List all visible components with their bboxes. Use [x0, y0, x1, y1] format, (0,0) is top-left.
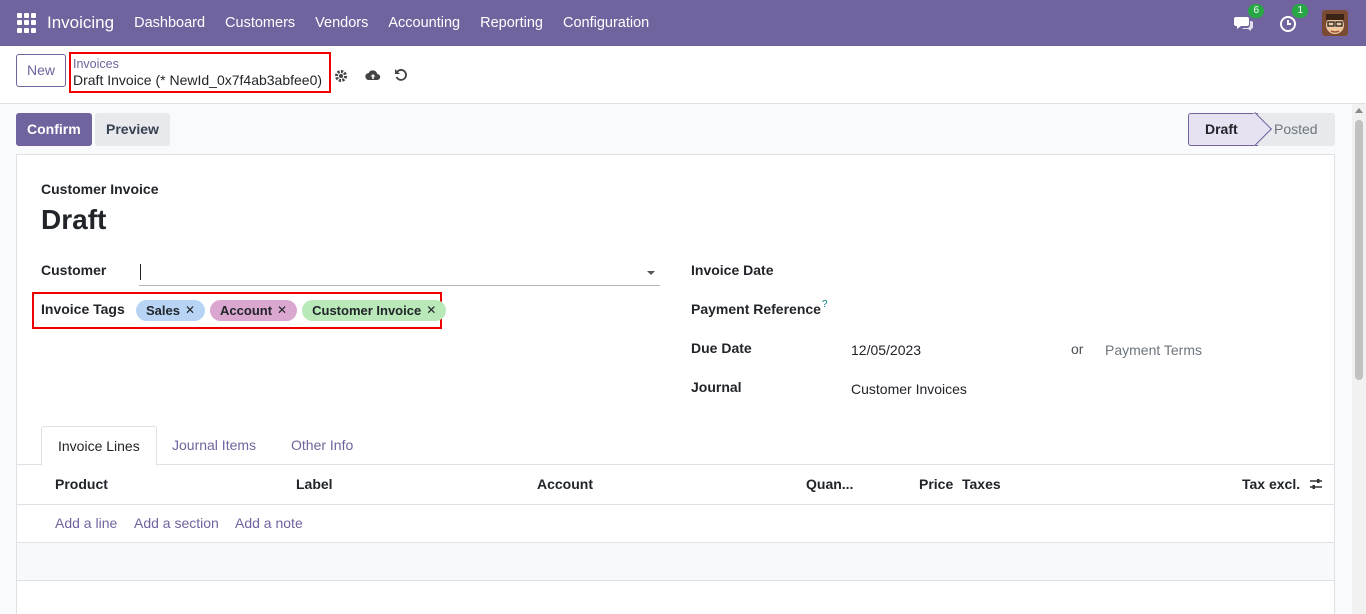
apps-menu-icon[interactable] — [17, 13, 37, 33]
add-note-link[interactable]: Add a note — [235, 515, 303, 531]
confirm-button[interactable]: Confirm — [16, 113, 92, 146]
column-label[interactable]: Label — [296, 476, 333, 492]
document-type-label: Customer Invoice — [41, 181, 159, 197]
chevron-down-icon[interactable] — [647, 271, 655, 275]
preview-button[interactable]: Preview — [95, 113, 170, 146]
tag-sales[interactable]: Sales ✕ — [136, 300, 206, 321]
new-button[interactable]: New — [16, 54, 67, 87]
invoice-lines-header: Product Label Account Quan... Price Taxe… — [17, 465, 1334, 505]
text-caret — [140, 264, 141, 280]
menu-dashboard[interactable]: Dashboard — [124, 15, 215, 31]
column-account[interactable]: Account — [537, 476, 593, 492]
remove-tag-icon[interactable]: ✕ — [426, 300, 436, 321]
column-price[interactable]: Price — [919, 476, 953, 492]
tag-label: Customer Invoice — [312, 303, 422, 318]
menu-accounting[interactable]: Accounting — [378, 15, 470, 31]
remove-tag-icon[interactable]: ✕ — [185, 300, 195, 321]
menu-customers[interactable]: Customers — [215, 15, 305, 31]
tag-account[interactable]: Account ✕ — [210, 300, 298, 321]
empty-table-row — [17, 543, 1334, 581]
app-name[interactable]: Invoicing — [47, 13, 114, 33]
payment-reference-label: Payment Reference — [691, 301, 821, 317]
activities-clock-icon[interactable]: 1 — [1278, 4, 1308, 33]
messages-icon[interactable]: 6 — [1234, 4, 1264, 33]
scrollbar-thumb[interactable] — [1355, 120, 1363, 380]
help-tooltip-icon[interactable]: ? — [822, 299, 828, 310]
menu-reporting[interactable]: Reporting — [470, 15, 553, 31]
notebook-tabs: Invoice Lines Journal Items Other Info — [17, 426, 1334, 466]
column-quantity[interactable]: Quan... — [806, 476, 853, 492]
invoice-tags-field[interactable]: Sales ✕ Account ✕ Customer Invoice ✕ — [136, 300, 451, 321]
page-scrollbar[interactable] — [1352, 104, 1366, 614]
column-taxes[interactable]: Taxes — [962, 476, 1001, 492]
customer-input[interactable] — [139, 262, 660, 286]
tab-invoice-lines[interactable]: Invoice Lines — [41, 426, 157, 466]
messages-count-badge: 6 — [1248, 4, 1264, 18]
tag-label: Sales — [146, 303, 180, 318]
discard-undo-icon[interactable] — [394, 68, 408, 85]
breadcrumb-invoices-link[interactable]: Invoices — [73, 57, 119, 71]
due-date-label: Due Date — [691, 340, 752, 356]
gear-icon[interactable] — [334, 69, 348, 86]
due-date-input[interactable]: 12/05/2023 — [851, 342, 921, 358]
tab-journal-items[interactable]: Journal Items — [156, 426, 272, 465]
add-line-row: Add a line Add a section Add a note — [17, 505, 1334, 543]
column-tax-excl[interactable]: Tax excl. — [1242, 476, 1300, 492]
status-draft[interactable]: Draft — [1188, 113, 1258, 146]
breadcrumb-current-record: Draft Invoice (* NewId_0x7f4ab3abfee0) — [73, 72, 323, 88]
customer-label: Customer — [41, 262, 107, 278]
optional-columns-icon[interactable] — [1309, 477, 1323, 494]
tag-customer-invoice[interactable]: Customer Invoice ✕ — [302, 300, 447, 321]
menu-configuration[interactable]: Configuration — [553, 15, 659, 31]
tab-other-info[interactable]: Other Info — [275, 426, 369, 465]
control-panel: New Invoices Draft Invoice (* NewId_0x7f… — [0, 46, 1366, 104]
tag-label: Account — [220, 303, 273, 318]
scroll-up-arrow-icon[interactable] — [1355, 108, 1363, 113]
cloud-upload-icon[interactable] — [365, 68, 381, 85]
payment-terms-input[interactable]: Payment Terms — [1105, 342, 1202, 358]
main-menu: Dashboard Customers Vendors Accounting R… — [124, 15, 659, 31]
journal-label: Journal — [691, 379, 742, 395]
invoice-date-label: Invoice Date — [691, 262, 774, 278]
invoice-tags-label: Invoice Tags — [41, 301, 125, 317]
menu-vendors[interactable]: Vendors — [305, 15, 378, 31]
activities-count-badge: 1 — [1292, 4, 1308, 18]
add-line-link[interactable]: Add a line — [55, 515, 117, 531]
add-section-link[interactable]: Add a section — [134, 515, 219, 531]
user-avatar[interactable] — [1322, 10, 1348, 36]
status-bar: Draft Posted — [1188, 113, 1335, 146]
breadcrumb: Invoices Draft Invoice (* NewId_0x7f4ab3… — [69, 52, 331, 93]
top-navbar: Invoicing Dashboard Customers Vendors Ac… — [0, 0, 1366, 46]
remove-tag-icon[interactable]: ✕ — [277, 300, 287, 321]
column-product[interactable]: Product — [55, 476, 108, 492]
page-title: Draft — [41, 204, 107, 235]
journal-input[interactable]: Customer Invoices — [851, 381, 967, 397]
or-text: or — [1071, 341, 1084, 357]
